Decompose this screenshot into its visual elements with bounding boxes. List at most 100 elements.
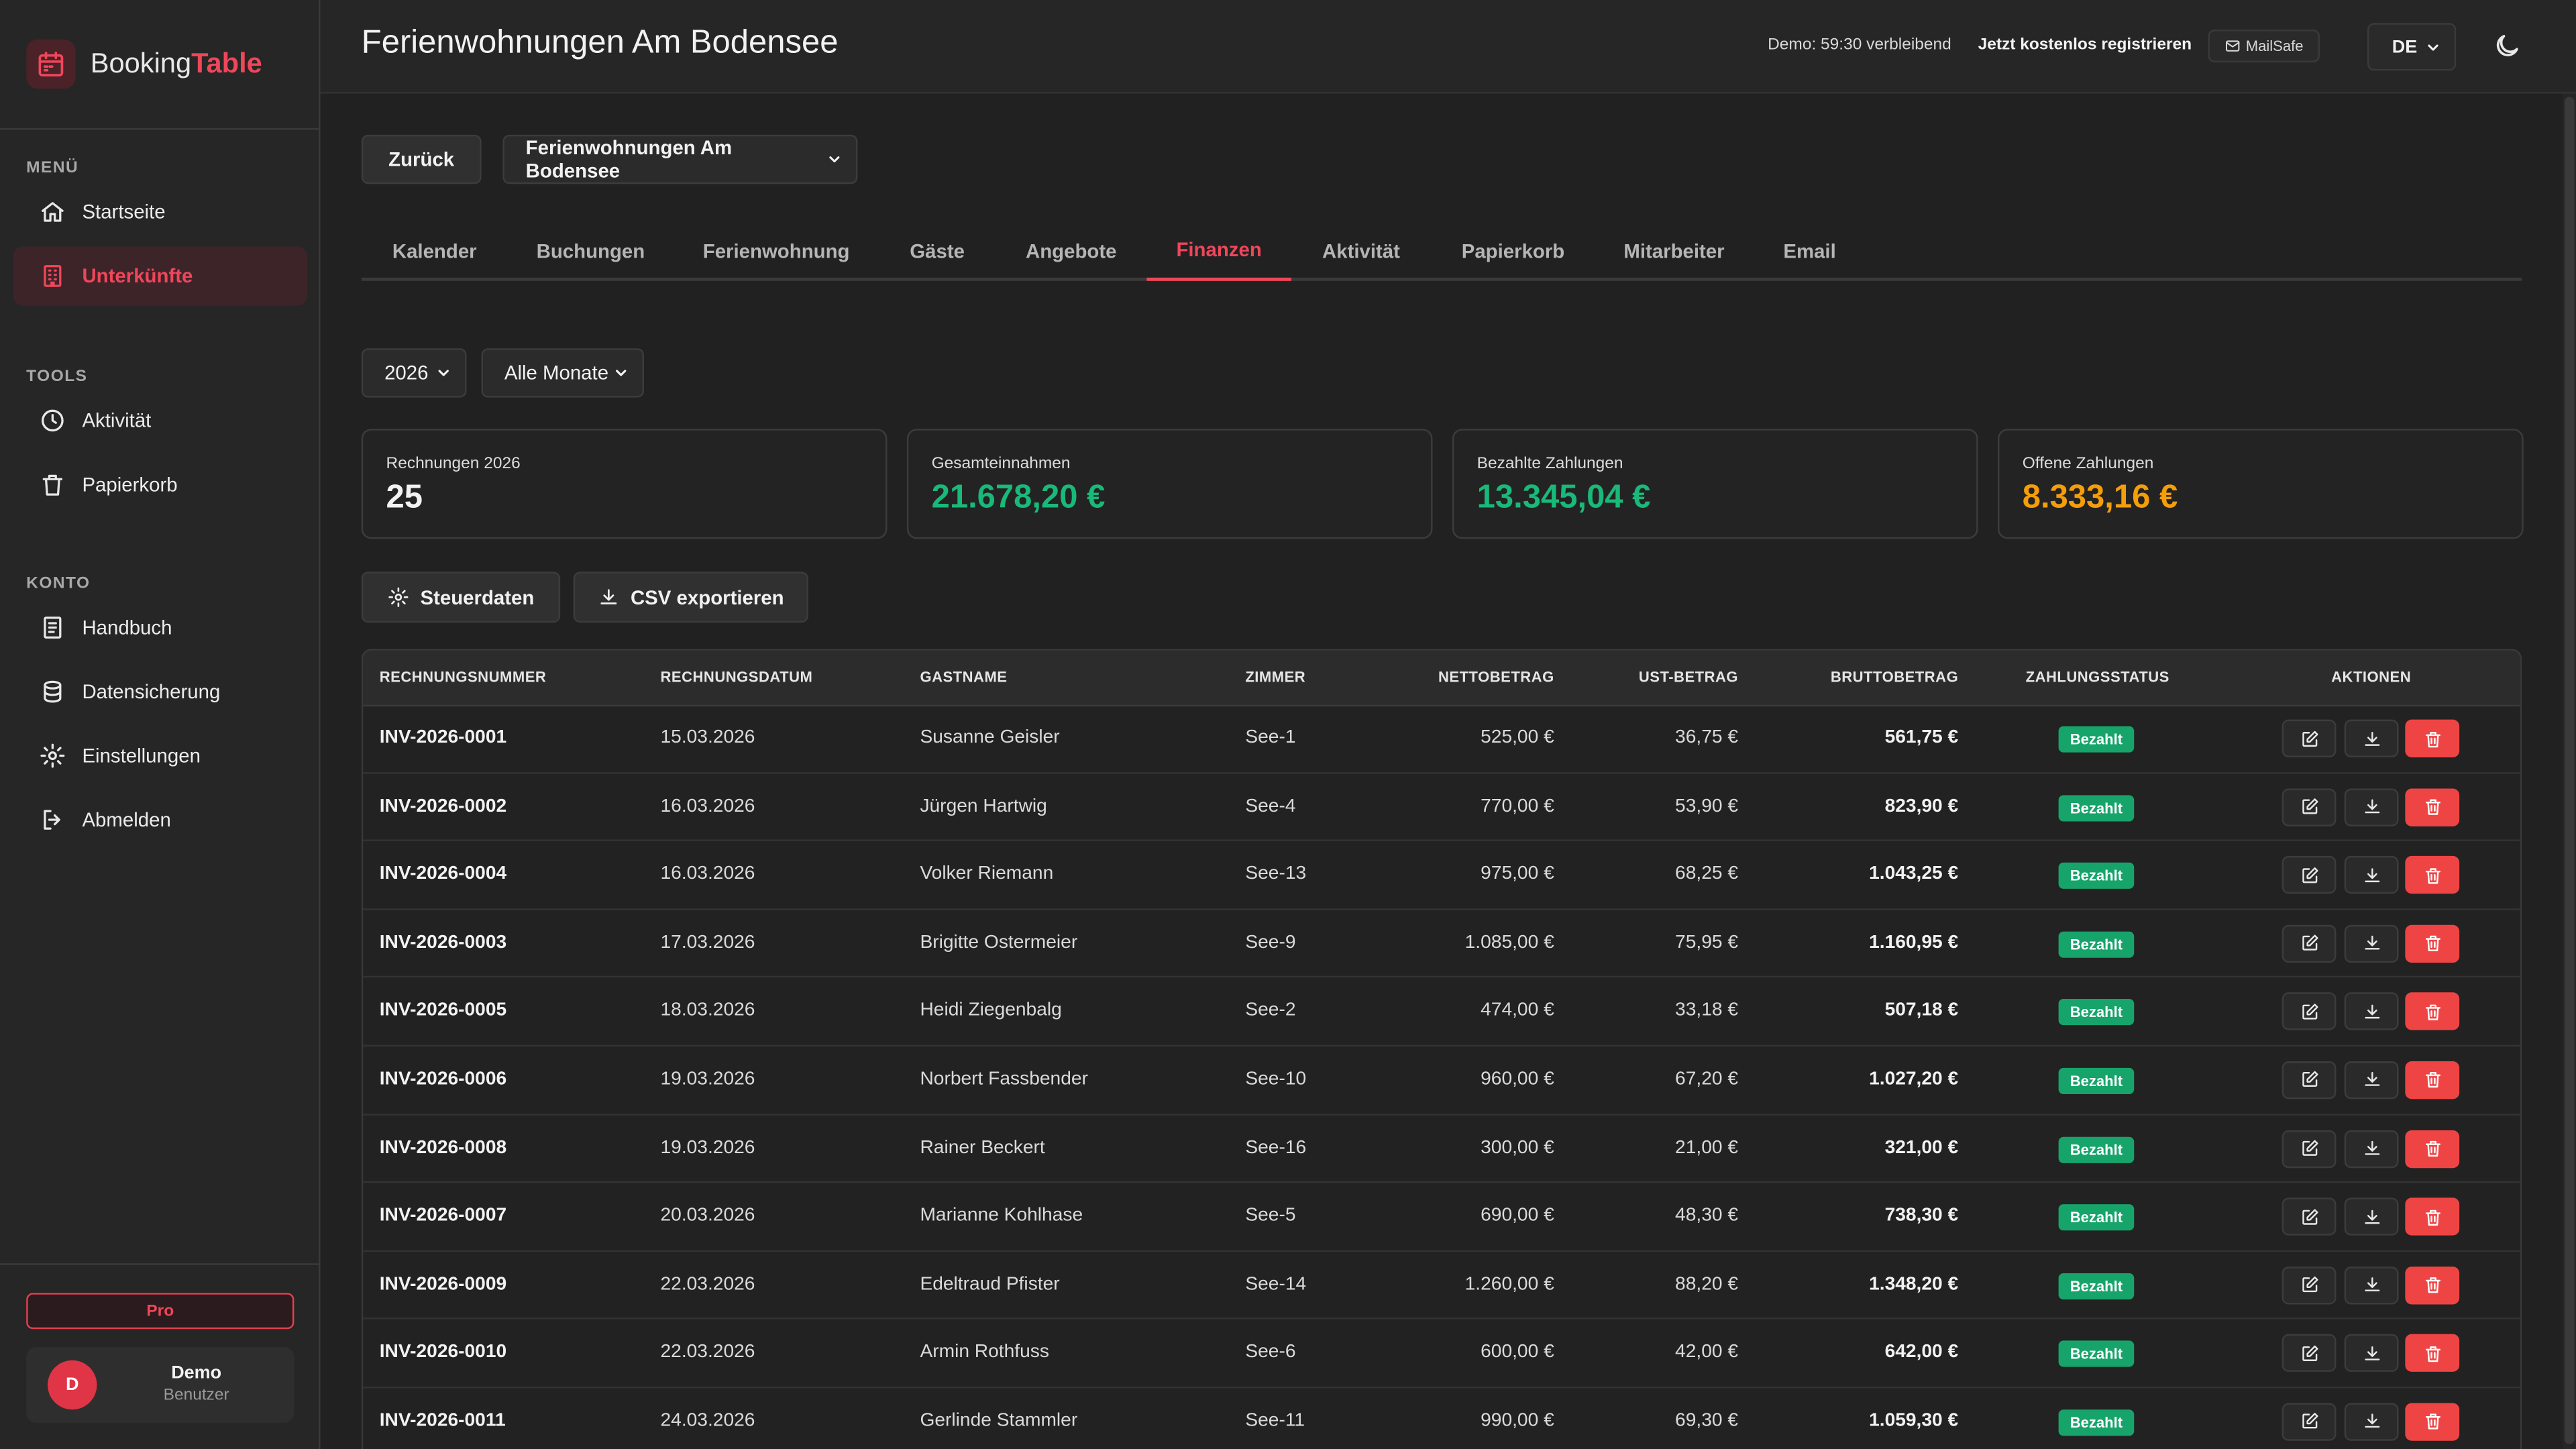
edit-button[interactable] (2282, 993, 2337, 1031)
delete-button[interactable] (2405, 788, 2460, 826)
tab-finanzen[interactable]: Finanzen (1146, 222, 1291, 281)
status-badge: Bezahlt (2058, 1067, 2135, 1094)
chevron-down-icon (2428, 44, 2438, 50)
edit-button[interactable] (2282, 1197, 2337, 1236)
edit-button[interactable] (2282, 1334, 2337, 1373)
net-amount: 300,00 € (1481, 1138, 1554, 1158)
delete-button[interactable] (2405, 1334, 2460, 1373)
edit-button[interactable] (2282, 856, 2337, 894)
back-button[interactable]: Zurück (361, 134, 482, 184)
register-link[interactable]: Jetzt kostenlos registrieren (1978, 36, 2192, 54)
delete-button[interactable] (2405, 719, 2460, 757)
tax-data-label: Steuerdaten (420, 586, 535, 609)
column-header-vat[interactable]: UST-BETRAG (1639, 669, 1738, 685)
column-header-guest[interactable]: GASTNAME (920, 669, 1007, 685)
download-button[interactable] (2344, 788, 2399, 826)
delete-button[interactable] (2405, 1061, 2460, 1099)
tab-gaeste[interactable]: Gäste (879, 222, 996, 281)
table-row: INV-2026-0003 17.03.2026 Brigitte Osterm… (363, 910, 2520, 979)
language-select[interactable]: DE (2367, 23, 2457, 71)
edit-button[interactable] (2282, 1129, 2337, 1168)
mail-icon (2225, 40, 2240, 52)
tab-aktivitaet[interactable]: Aktivität (1291, 222, 1431, 281)
stat-card-open: Offene Zahlungen 8.333,16 € (1997, 429, 2524, 539)
sidebar-item-datensicherung[interactable]: Datensicherung (13, 662, 307, 721)
download-button[interactable] (2344, 924, 2399, 963)
table-body: INV-2026-0001 15.03.2026 Susanne Geisler… (363, 705, 2520, 1449)
invoice-number: INV-2026-0011 (379, 1411, 506, 1431)
tab-kalender[interactable]: Kalender (362, 222, 508, 281)
column-header-actions: AKTIONEN (2331, 668, 2412, 686)
month-select[interactable]: Alle Monate (481, 348, 645, 398)
tab-angebote[interactable]: Angebote (996, 222, 1146, 281)
property-select[interactable]: Ferienwohnungen Am Bodensee (502, 134, 858, 184)
sidebar-item-aktivitaet[interactable]: Aktivität (13, 391, 307, 450)
status-badge: Bezahlt (2058, 726, 2135, 753)
chevron-down-icon (616, 370, 627, 376)
tab-mitarbeiter[interactable]: Mitarbeiter (1595, 222, 1753, 281)
delete-button[interactable] (2405, 1266, 2460, 1304)
mailsafe-button[interactable]: MailSafe (2208, 30, 2320, 63)
edit-button[interactable] (2282, 1403, 2337, 1441)
edit-button[interactable] (2282, 1266, 2337, 1304)
download-button[interactable] (2344, 993, 2399, 1031)
sidebar-item-abmelden[interactable]: Abmelden (13, 790, 307, 849)
status-badge: Bezahlt (2058, 794, 2135, 821)
tab-papierkorb[interactable]: Papierkorb (1431, 222, 1595, 281)
gross-amount: 507,18 € (1884, 1001, 1959, 1021)
edit-button[interactable] (2282, 719, 2337, 757)
page-scrollbar[interactable] (2563, 93, 2576, 1449)
logo[interactable]: BookingTable (26, 39, 262, 89)
delete-button[interactable] (2405, 1129, 2460, 1168)
edit-button[interactable] (2282, 1061, 2337, 1099)
sidebar-item-label: Startseite (82, 200, 166, 224)
download-button[interactable] (2344, 1403, 2399, 1441)
download-button[interactable] (2344, 856, 2399, 894)
sidebar-item-unterkuenfte[interactable]: Unterkünfte (13, 246, 307, 306)
edit-icon (2302, 1277, 2318, 1293)
delete-button[interactable] (2405, 924, 2460, 963)
column-header-net[interactable]: NETTOBETRAG (1438, 669, 1554, 685)
sidebar-item-label: Unterkünfte (82, 264, 193, 288)
download-button[interactable] (2344, 1061, 2399, 1099)
download-icon (2364, 1346, 2379, 1360)
tab-email[interactable]: Email (1753, 222, 1866, 281)
delete-button[interactable] (2405, 1403, 2460, 1441)
download-button[interactable] (2344, 719, 2399, 757)
theme-toggle[interactable] (2492, 32, 2522, 61)
sidebar-item-startseite[interactable]: Startseite (13, 182, 307, 241)
column-header-date[interactable]: RECHNUNGSDATUM (660, 669, 812, 685)
delete-button[interactable] (2405, 993, 2460, 1031)
gear-icon (388, 587, 409, 607)
download-button[interactable] (2344, 1334, 2399, 1373)
stat-label: Gesamteinnahmen (931, 455, 1071, 474)
scrollbar-thumb[interactable] (2564, 97, 2575, 1444)
tab-buchungen[interactable]: Buchungen (508, 222, 674, 281)
edit-button[interactable] (2282, 788, 2337, 826)
status-badge: Bezahlt (2058, 931, 2135, 958)
invoice-number: INV-2026-0006 (379, 1069, 507, 1089)
stat-card-total-income: Gesamteinnahmen 21.678,20 € (906, 429, 1433, 539)
csv-export-button[interactable]: CSV exportieren (573, 572, 808, 623)
plan-badge[interactable]: Pro (26, 1293, 294, 1330)
column-header-status[interactable]: ZAHLUNGSSTATUS (2026, 669, 2169, 685)
column-header-room[interactable]: ZIMMER (1245, 669, 1305, 685)
tab-ferienwohnung[interactable]: Ferienwohnung (674, 222, 879, 281)
sidebar-item-papierkorb[interactable]: Papierkorb (13, 455, 307, 514)
user-card[interactable]: D Demo Benutzer (26, 1347, 294, 1423)
stat-value: 21.678,20 € (931, 480, 1106, 516)
tax-data-button[interactable]: Steuerdaten (361, 572, 561, 623)
download-button[interactable] (2344, 1197, 2399, 1236)
sidebar-item-einstellungen[interactable]: Einstellungen (13, 726, 307, 785)
invoice-date: 17.03.2026 (660, 932, 755, 953)
download-button[interactable] (2344, 1266, 2399, 1304)
delete-button[interactable] (2405, 1197, 2460, 1236)
column-header-gross[interactable]: BRUTTOBETRAG (1831, 669, 1958, 685)
sidebar-item-handbuch[interactable]: Handbuch (13, 598, 307, 657)
column-header-invoice[interactable]: RECHNUNGSNUMMER (380, 669, 547, 685)
download-button[interactable] (2344, 1129, 2399, 1168)
edit-button[interactable] (2282, 924, 2337, 963)
delete-button[interactable] (2405, 856, 2460, 894)
vat-amount: 88,20 € (1675, 1274, 1739, 1295)
year-select[interactable]: 2026 (361, 348, 467, 398)
